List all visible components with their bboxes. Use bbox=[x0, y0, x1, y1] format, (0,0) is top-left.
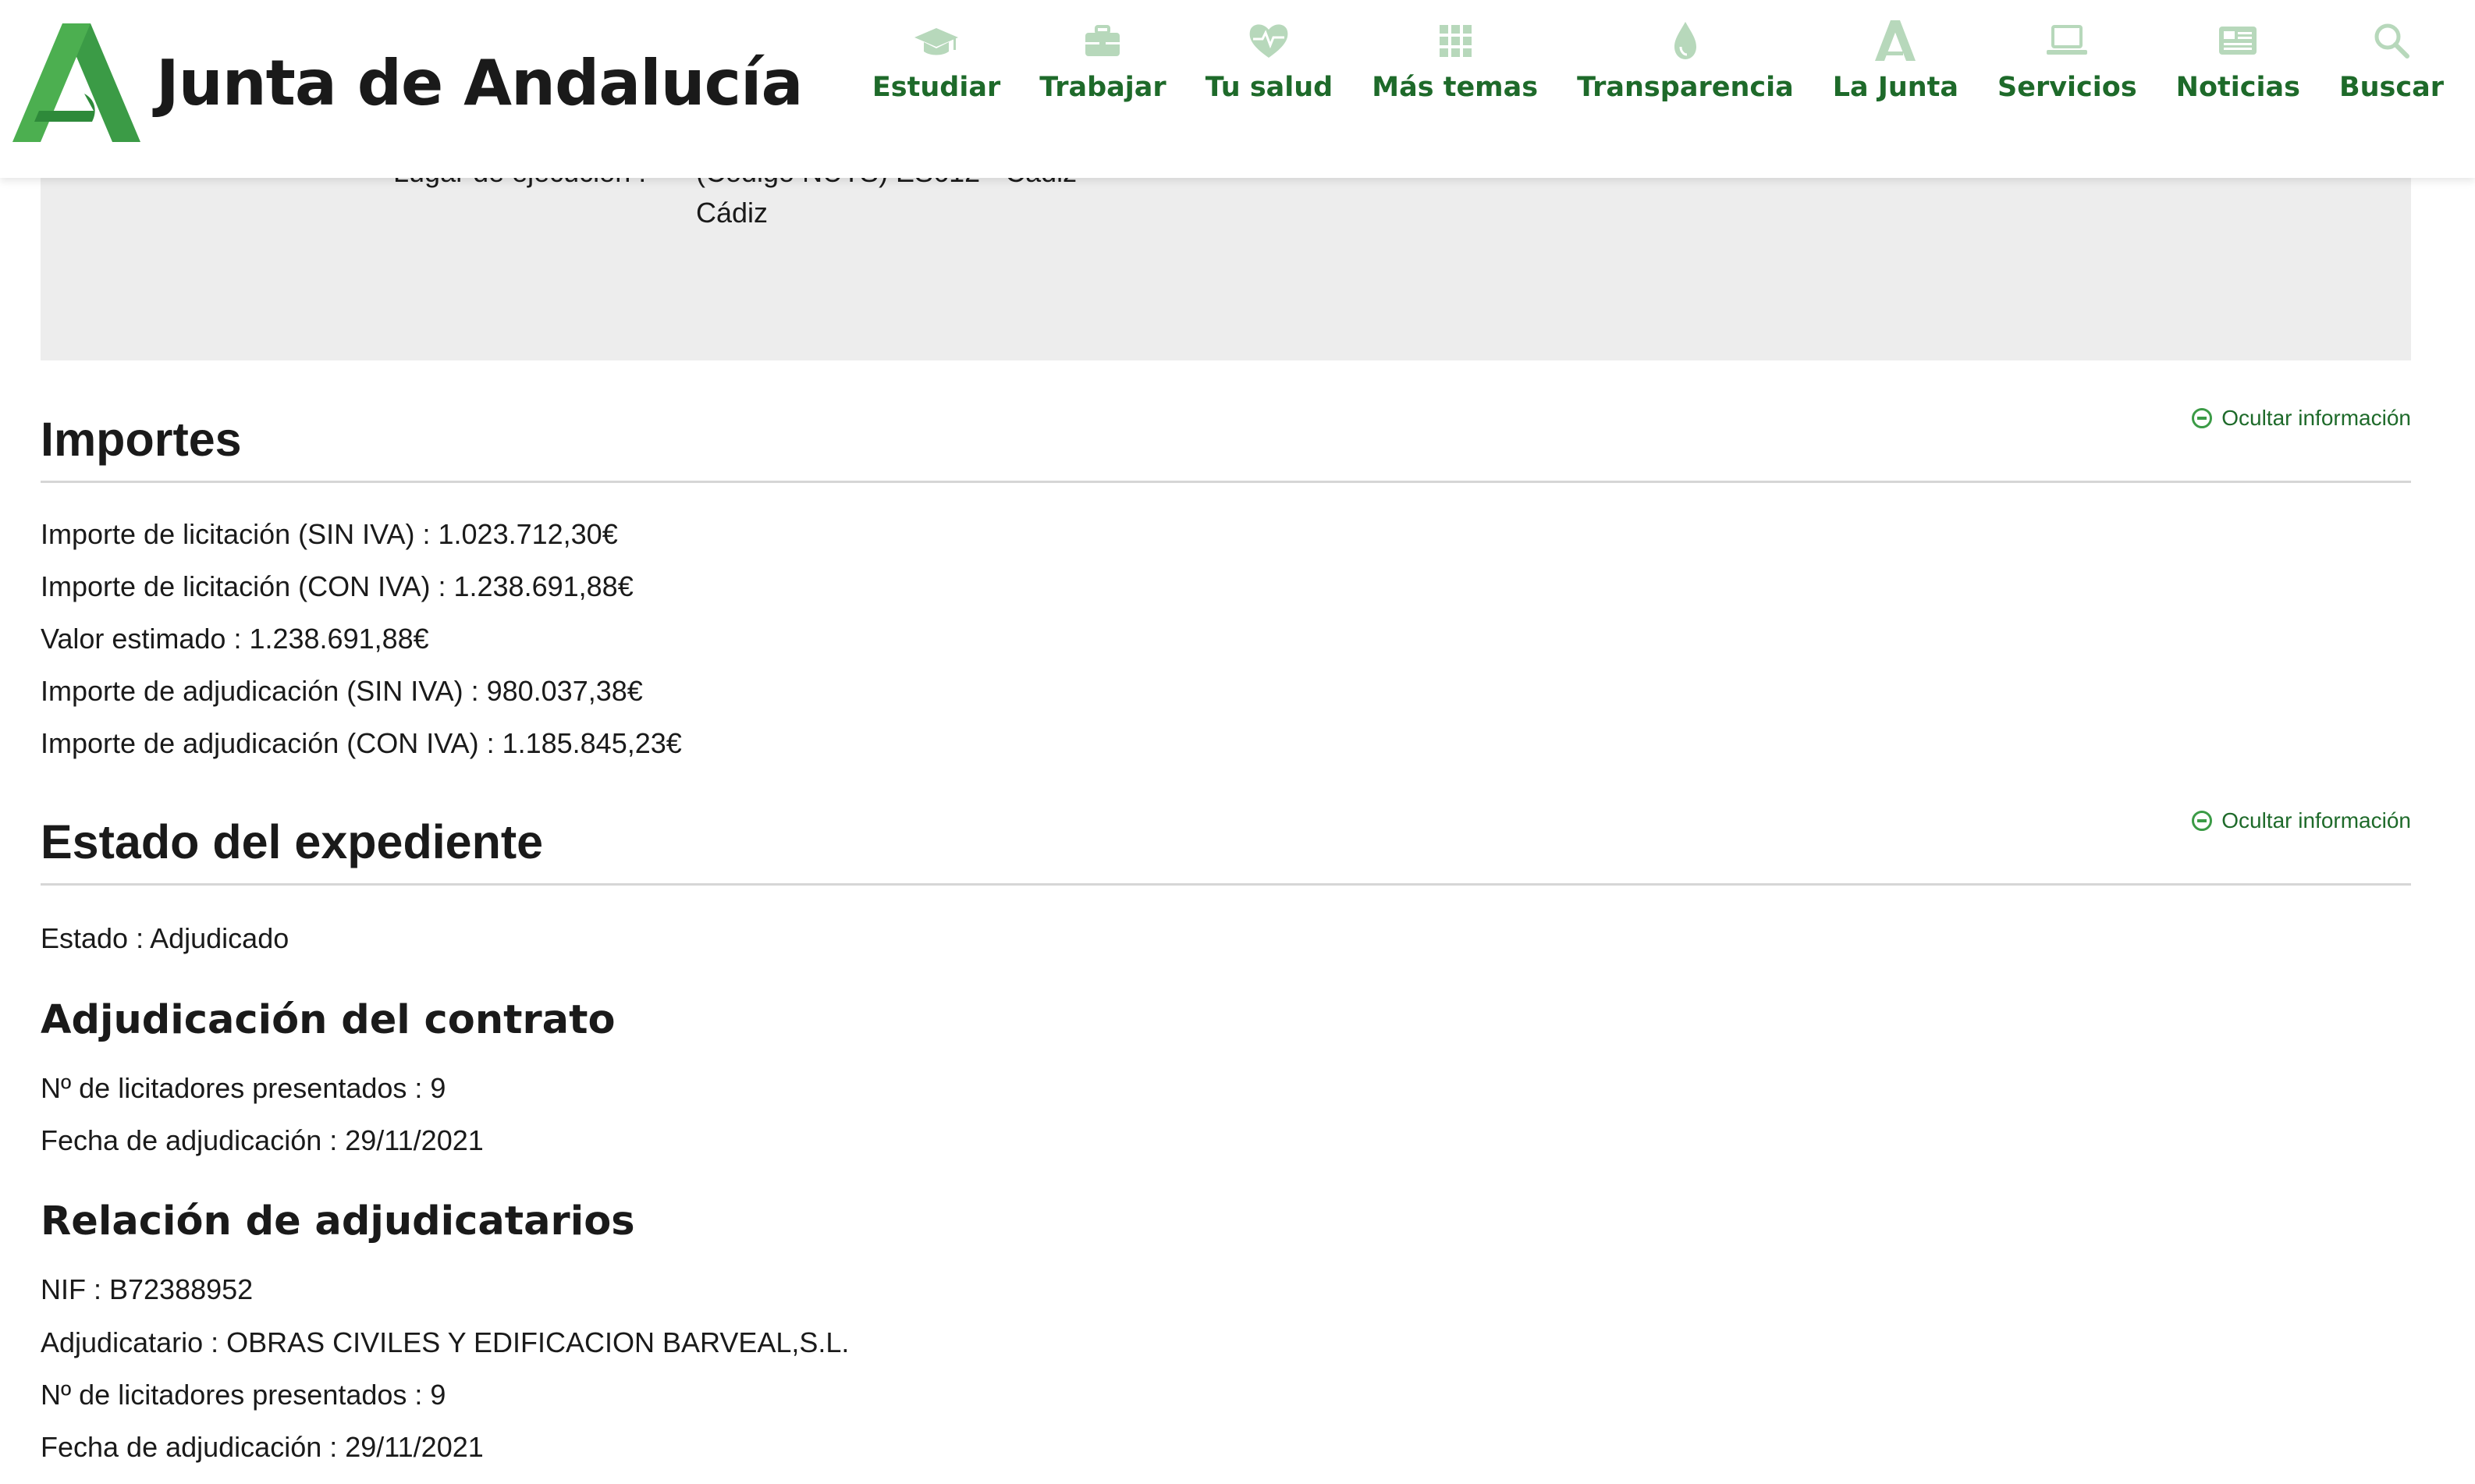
nav-item-tu-salud[interactable]: Tu salud bbox=[1206, 17, 1333, 103]
nav-label: Trabajar bbox=[1039, 72, 1166, 103]
nav-label: Tu salud bbox=[1205, 72, 1333, 103]
nav-label: Noticias bbox=[2175, 72, 2300, 103]
drop-icon bbox=[1674, 22, 1696, 59]
fecha-adjudicacion: Fecha de adjudicación : 29/11/2021 bbox=[41, 1124, 484, 1156]
nav-item-transparencia[interactable]: Transparencia bbox=[1577, 17, 1794, 103]
importes-section-header: Importes Ocultar información bbox=[41, 406, 2411, 483]
nav-label: Estudiar bbox=[872, 72, 1001, 103]
hide-info-link-estado[interactable]: Ocultar información bbox=[2192, 808, 2411, 833]
section-title-importes: Importes bbox=[41, 413, 242, 466]
newspaper-icon bbox=[2219, 27, 2257, 55]
nav-item-buscar[interactable]: Buscar bbox=[2339, 17, 2444, 103]
main-nav: Estudiar Trabajar Tu salud Más temas Tra… bbox=[872, 17, 2444, 119]
page: Lugar de ejecución : (Código NUTS) ES612… bbox=[0, 0, 2475, 1484]
subsection-title-adjudicacion: Adjudicación del contrato bbox=[41, 997, 616, 1043]
importe-licitacion-con-iva: Importe de licitación (CON IVA) : 1.238.… bbox=[41, 570, 634, 602]
junta-logo-icon bbox=[1875, 20, 1916, 61]
site-header: Junta de Andalucía Estudiar Trabajar Tu … bbox=[0, 0, 2475, 178]
execution-city: Cádiz bbox=[696, 197, 769, 229]
brand-home-link[interactable]: Junta de Andalucía bbox=[12, 23, 803, 142]
nav-item-servicios[interactable]: Servicios bbox=[1997, 17, 2137, 103]
minus-circle-icon bbox=[2192, 408, 2213, 428]
nav-item-mas-temas[interactable]: Más temas bbox=[1372, 17, 1538, 103]
subsection-title-adjudicatarios: Relación de adjudicatarios bbox=[41, 1198, 635, 1244]
hide-info-label: Ocultar información bbox=[2221, 808, 2411, 833]
adjudicatario-name: Adjudicatario : OBRAS CIVILES Y EDIFICAC… bbox=[41, 1326, 850, 1358]
estado-section-header: Estado del expediente Ocultar informació… bbox=[41, 808, 2411, 886]
importe-adjudicacion-sin-iva: Importe de adjudicación (SIN IVA) : 980.… bbox=[41, 675, 643, 707]
importe-licitacion-sin-iva: Importe de licitación (SIN IVA) : 1.023.… bbox=[41, 518, 618, 550]
nav-label: Servicios bbox=[1997, 72, 2137, 103]
nav-label: Transparencia bbox=[1577, 72, 1794, 103]
licitadores-presentados: Nº de licitadores presentados : 9 bbox=[41, 1072, 446, 1104]
nav-label: La Junta bbox=[1832, 72, 1959, 103]
junta-logo-icon bbox=[12, 23, 140, 142]
nav-item-la-junta[interactable]: La Junta bbox=[1833, 17, 1958, 103]
nav-item-noticias[interactable]: Noticias bbox=[2176, 17, 2300, 103]
hide-info-link-importes[interactable]: Ocultar información bbox=[2192, 406, 2411, 431]
briefcase-icon bbox=[1085, 25, 1120, 56]
brand-name: Junta de Andalucía bbox=[156, 46, 803, 119]
grid-icon bbox=[1439, 25, 1472, 57]
nav-item-estudiar[interactable]: Estudiar bbox=[872, 17, 1000, 103]
section-title-estado: Estado del expediente bbox=[41, 815, 544, 868]
nav-label: Más temas bbox=[1372, 72, 1539, 103]
nav-item-trabajar[interactable]: Trabajar bbox=[1039, 17, 1166, 103]
minus-circle-icon bbox=[2192, 811, 2213, 831]
heart-pulse-icon bbox=[1250, 24, 1288, 58]
adjudicatario-fecha: Fecha de adjudicación : 29/11/2021 bbox=[41, 1431, 484, 1463]
hide-info-label: Ocultar información bbox=[2221, 406, 2411, 430]
laptop-icon bbox=[2047, 25, 2088, 55]
adjudicatario-licitadores: Nº de licitadores presentados : 9 bbox=[41, 1379, 446, 1411]
importe-adjudicacion-con-iva: Importe de adjudicación (CON IVA) : 1.18… bbox=[41, 727, 682, 759]
nav-label: Buscar bbox=[2338, 72, 2444, 103]
valor-estimado: Valor estimado : 1.238.691,88€ bbox=[41, 623, 429, 655]
adjudicatario-nif: NIF : B72388952 bbox=[41, 1273, 254, 1305]
graduation-cap-icon bbox=[914, 28, 959, 55]
search-icon bbox=[2374, 23, 2409, 59]
estado-value: Estado : Adjudicado bbox=[41, 922, 289, 954]
